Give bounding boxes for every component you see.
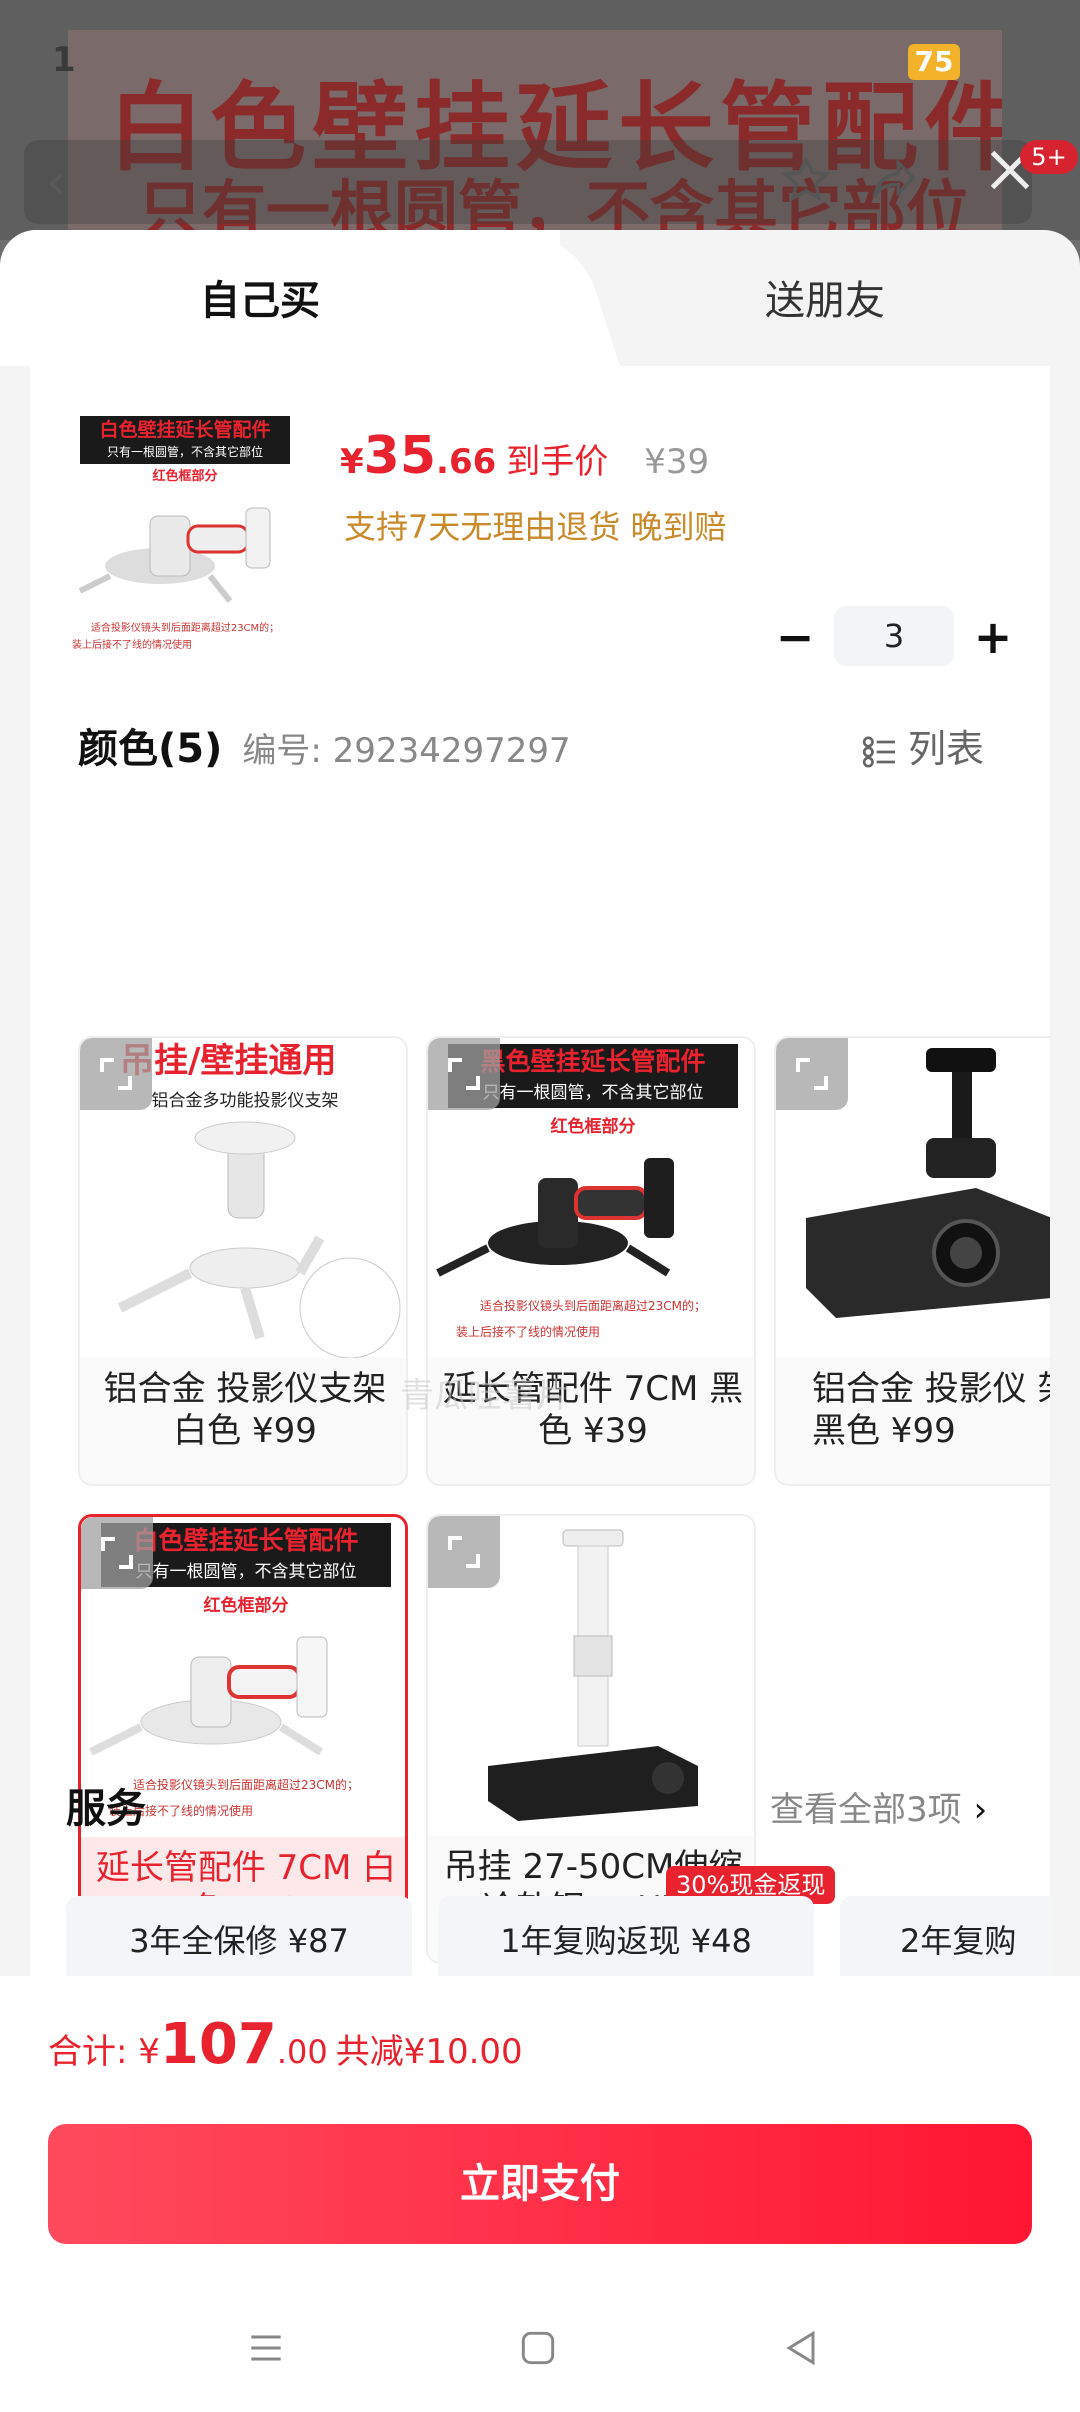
product-image: 白色壁挂延长管配件 只有一根圆管，不含其它部位 红色框部分 适合投影仪镜头到后面…	[72, 416, 290, 651]
original-price: ¥39	[644, 442, 710, 482]
total-integer: 107	[159, 2012, 277, 2077]
svg-text:适合投影仪镜头到后面距离超过23CM的；: 适合投影仪镜头到后面距离超过23CM的；	[91, 621, 279, 634]
product-thumbnail[interactable]: 白色壁挂延长管配件 只有一根圆管，不含其它部位 红色框部分 适合投影仪镜头到后面…	[70, 416, 320, 666]
expand-icon[interactable]	[81, 1517, 153, 1589]
svg-text:装上后接不了线的情况使用: 装上后接不了线的情况使用	[456, 1324, 600, 1339]
service-promise: 支持7天无理由退货 晚到赔	[344, 508, 727, 546]
price-decimal: .66	[436, 442, 497, 482]
tab-row: 自己买 送朋友	[0, 230, 1080, 366]
price-currency: ¥	[340, 442, 364, 482]
total-line: 合计: ¥107.00 共减¥10.00	[48, 2012, 523, 2077]
color-title: 颜色(5)	[78, 726, 223, 772]
view-all-services-link[interactable]: 查看全部3项 ›	[770, 1782, 987, 1831]
total-discount: 共减¥10.00	[335, 2032, 523, 2072]
service-option-1[interactable]: 3年全保修 ¥87	[66, 1896, 412, 1986]
sku-image-subtitle: 铝合金多功能投影仪支架	[152, 1091, 339, 1111]
status-badge: 75	[908, 44, 960, 80]
price-tag: 到手价	[506, 442, 609, 482]
sku-image-subtitle: 只有一根圆管，不含其它部位	[136, 1562, 357, 1582]
price-integer: 35	[363, 426, 437, 486]
color-header: 颜色(5) 编号: 29234297297	[78, 716, 571, 774]
svg-text:适合投影仪镜头到后面距离超过23CM的；: 适合投影仪镜头到后面距离超过23CM的；	[133, 1777, 359, 1792]
list-view-label: 列表	[908, 727, 985, 771]
tab-self-label[interactable]: 自己买	[0, 268, 520, 326]
view-all-label: 查看全部3项	[770, 1790, 962, 1830]
expand-icon[interactable]	[428, 1516, 500, 1588]
service-title: 服务	[66, 1786, 146, 1832]
pay-now-button[interactable]: 立即支付	[48, 2124, 1032, 2244]
chevron-right-icon: ›	[973, 1790, 988, 1830]
sku-image-title: 黑色壁挂延长管配件	[480, 1047, 705, 1076]
sku-image-red: 红色框部分	[204, 1595, 289, 1616]
list-view-button[interactable]: 列表	[860, 718, 985, 771]
product-code: 编号: 29234297297	[242, 731, 571, 771]
watermark: 青瓜哇薯片	[400, 1376, 570, 1416]
quantity-decrease-button[interactable]: −	[770, 612, 820, 662]
expand-icon[interactable]	[428, 1038, 500, 1110]
back-nav-icon[interactable]	[780, 2326, 824, 2370]
sku-image-title: 吊挂/壁挂通用	[120, 1041, 336, 1081]
sku-option-2[interactable]: 黑色壁挂延长管配件 只有一根圆管，不含其它部位 红色框部分 适合投影仪镜头到后面…	[426, 1036, 756, 1486]
price-line: ¥35.66 到手价 ¥39	[340, 426, 709, 486]
quantity-input[interactable]: 3	[834, 606, 954, 666]
notification-badge: 5+	[1020, 140, 1078, 174]
svg-text:装上后接不了线的情况使用: 装上后接不了线的情况使用	[72, 638, 192, 651]
home-icon[interactable]	[516, 2326, 560, 2370]
svg-text:只有一根圆管，不含其它部位: 只有一根圆管，不含其它部位	[107, 444, 263, 459]
svg-text:适合投影仪镜头到后面距离超过23CM的；: 适合投影仪镜头到后面距离超过23CM的；	[480, 1298, 706, 1313]
sku-label: 铝合金 投影仪 架 黑色 ¥99	[812, 1369, 1050, 1451]
quantity-increase-button[interactable]: +	[968, 612, 1018, 662]
sku-image-title: 白色壁挂延长管配件	[133, 1526, 358, 1555]
svg-text:红色框部分: 红色框部分	[152, 468, 217, 484]
status-time: 1	[52, 40, 76, 80]
sku-image-red: 红色框部分	[551, 1116, 636, 1137]
sku-card: 白色壁挂延长管配件 只有一根圆管，不含其它部位 红色框部分 适合投影仪镜头到后面…	[30, 366, 1050, 2026]
sku-image-subtitle: 只有一根圆管，不含其它部位	[483, 1083, 704, 1103]
expand-icon[interactable]	[776, 1038, 848, 1110]
sku-label: 铝合金 投影仪支架 白色 ¥99	[103, 1369, 387, 1451]
share-icon	[872, 158, 916, 199]
tab-friend[interactable]: 送朋友	[620, 268, 1030, 326]
total-label: 合计:	[48, 2032, 139, 2072]
sku-option-3[interactable]: 铝合金 投影仪 架 黑色 ¥99	[774, 1036, 1050, 1486]
service-option-2[interactable]: 1年复购返现 ¥48	[438, 1896, 814, 1986]
star-icon	[781, 155, 831, 202]
recent-apps-icon[interactable]	[244, 2326, 288, 2370]
back-icon: ‹	[46, 154, 66, 210]
total-decimal: .00	[276, 2033, 328, 2071]
expand-icon[interactable]	[80, 1038, 152, 1110]
service-option-3[interactable]: 2年复购	[840, 1896, 1050, 1986]
svg-text:白色壁挂延长管配件: 白色壁挂延长管配件	[99, 418, 270, 441]
sku-option-1[interactable]: 吊挂/壁挂通用 铝合金多功能投影仪支架 铝合金 投影仪支架 白色 ¥99	[78, 1036, 408, 1486]
total-currency: ¥	[138, 2032, 160, 2072]
list-icon	[862, 736, 895, 767]
